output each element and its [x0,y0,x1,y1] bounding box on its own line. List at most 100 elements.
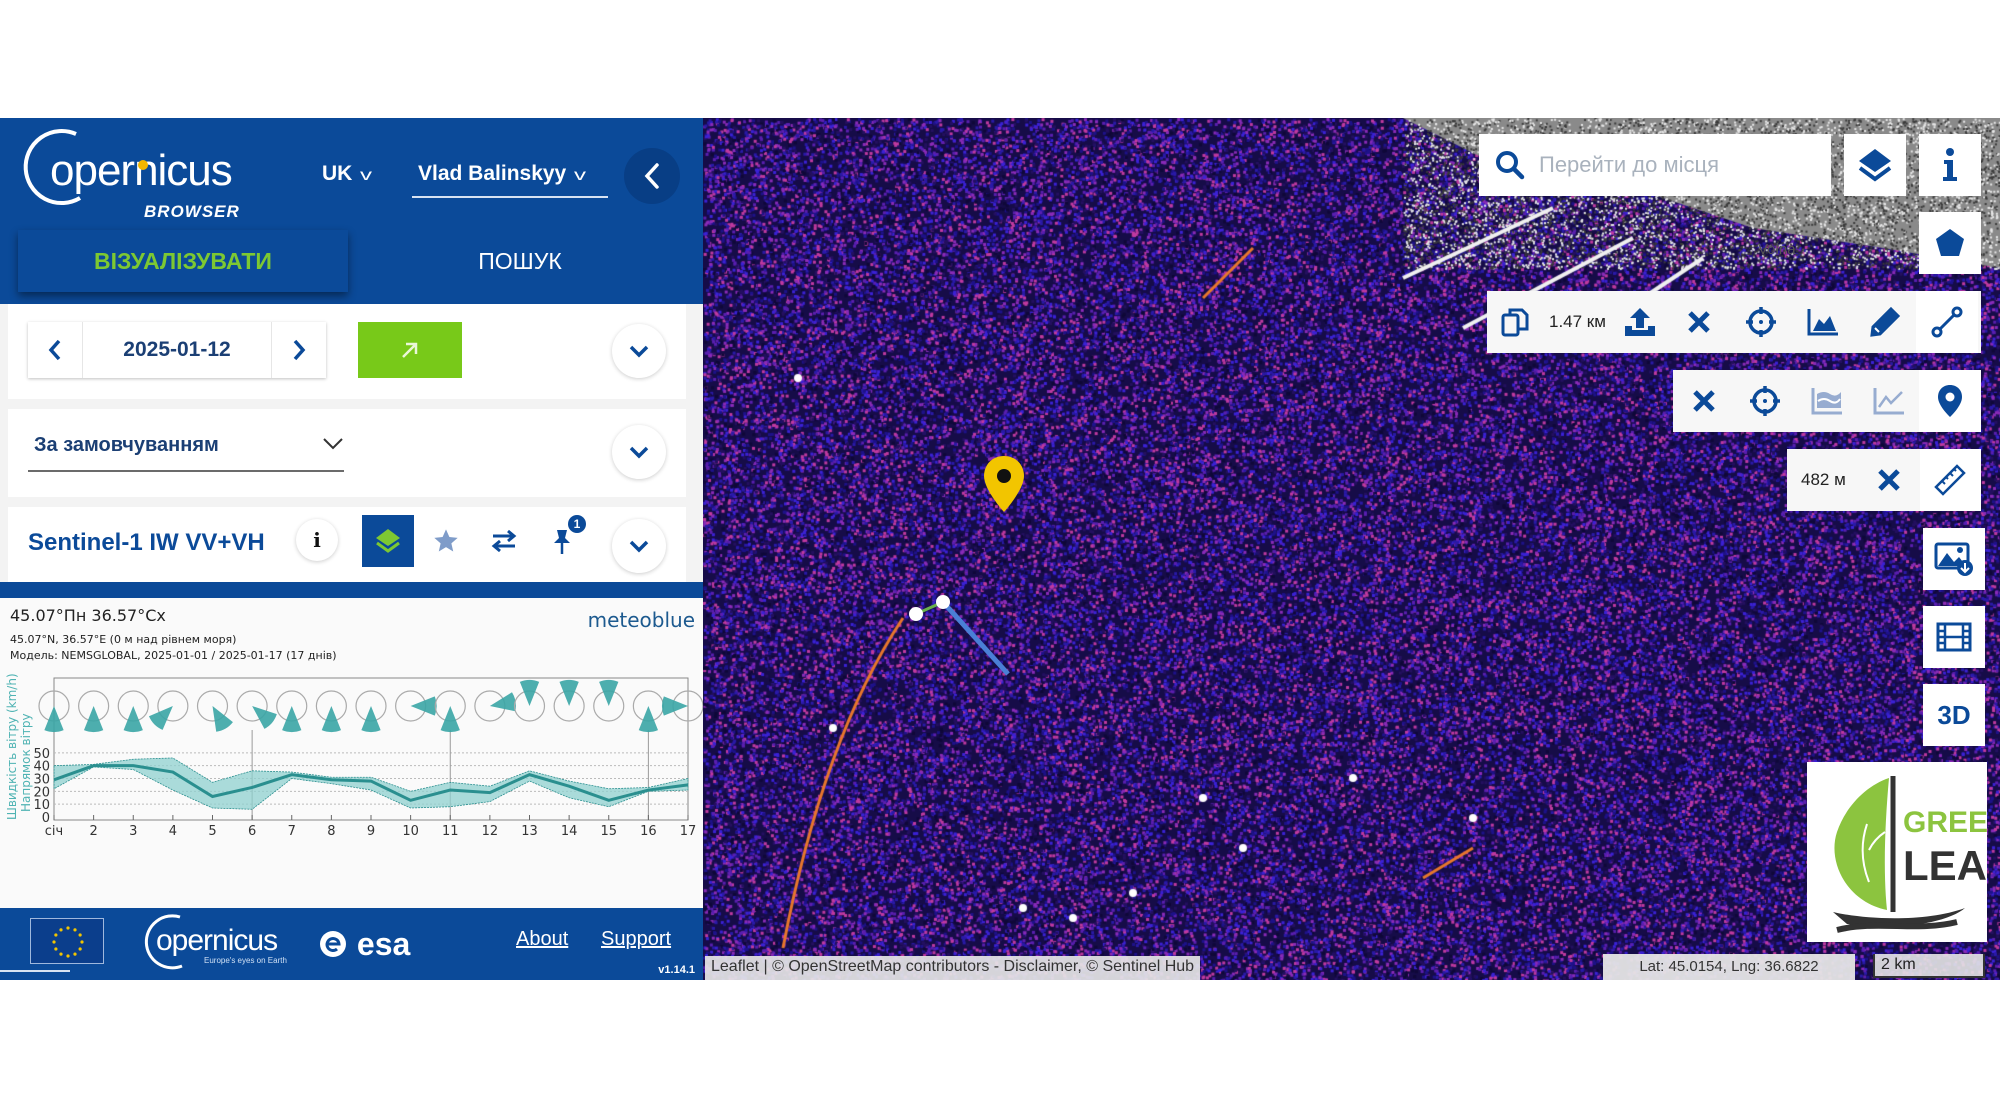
line-tool-icon [1931,306,1963,338]
compare-button[interactable] [478,515,530,567]
expand-date-options-button[interactable] [612,324,666,378]
go-to-date-button[interactable] [358,322,462,378]
language-select[interactable]: UK v [322,162,372,186]
wind-direction-marker [474,690,516,722]
map[interactable]: Volna 1.47 км [703,118,2000,980]
esa-text: esa [356,926,411,962]
draw-line-button[interactable] [1915,291,1978,353]
copernicus-browser-logo[interactable]: opernicus BROWSER [18,128,248,221]
layer-visualize-button[interactable] [362,515,414,567]
language-value: UK [322,162,353,185]
y-tick-label: 20 [33,785,50,800]
info-button[interactable] [1919,134,1981,196]
line-length-value: 1.47 км [1549,312,1606,331]
y-tick-label: 30 [33,772,50,787]
x-tick-label: 3 [129,824,137,835]
x-tick-label: 11 [442,824,459,835]
place-marker-button[interactable] [1919,370,1981,432]
date-card: 2025-01-12 [8,304,686,399]
edit-line-button[interactable] [1854,291,1916,353]
expand-layer-button[interactable] [612,519,666,573]
x-tick-label: січ [45,824,63,835]
time-series-button[interactable] [1858,370,1920,432]
previous-date-button[interactable] [28,322,82,378]
eu-star [59,952,63,956]
star-icon [434,529,458,552]
main-tabs: ВІЗУАЛІЗУВАТИ ПОШУК [0,230,703,304]
date-picker: 2025-01-12 [28,322,326,378]
eu-star [78,947,82,951]
wind-direction-marker [117,690,149,732]
close-icon [1688,311,1710,333]
eu-star [73,928,77,932]
layers-icon [1858,149,1892,182]
pin-count-badge: 1 [568,515,586,533]
layer-info-button[interactable]: i [296,519,338,561]
support-link[interactable]: Support [601,928,671,951]
film-icon [1936,622,1972,652]
app-version: v1.14.1 [658,964,695,976]
favorite-button[interactable] [420,515,472,567]
wind-direction-marker [276,690,308,732]
search-icon [1496,151,1525,180]
map-attribution[interactable]: Leaflet | © OpenStreetMap contributors -… [705,956,1201,980]
eu-star [78,933,82,937]
3d-view-button[interactable]: 3D [1923,684,1985,746]
wind-direction-wedge [212,706,233,732]
pentagon-icon [1936,229,1964,256]
line-measure-toolbar: 1.47 км [1487,291,1981,353]
image-download-button[interactable] [1923,528,1985,590]
collapse-sidebar-button[interactable] [624,148,680,204]
copy-button[interactable] [1487,291,1543,353]
x-tick-label: 8 [327,824,335,835]
pin-button[interactable]: 1 [536,515,588,567]
statistical-info-button[interactable] [1796,370,1858,432]
remove-poi-button[interactable] [1673,370,1735,432]
remove-measurement-button[interactable] [1858,449,1919,511]
eu-star [52,940,56,944]
date-value[interactable]: 2025-01-12 [82,322,272,378]
x-tick-label: 12 [482,824,499,835]
remove-line-button[interactable] [1668,291,1730,353]
map-scale-bar: 2 km [1873,954,1985,978]
green-leaf-boat-icon: GREEN LEAF [1833,776,2000,933]
esa-logo[interactable]: esa [318,926,410,963]
tab-visualize[interactable]: ВІЗУАЛІЗУВАТИ [18,230,348,292]
timelapse-button[interactable] [1923,606,1985,668]
x-tick-label: 6 [248,824,256,835]
about-link[interactable]: About [516,928,568,951]
wind-direction-marker [355,690,387,732]
chevron-left-icon [644,163,659,189]
chevron-down-icon [629,446,649,459]
center-poi-button[interactable] [1735,370,1797,432]
elevation-profile-button[interactable] [1792,291,1854,353]
esa-e-icon [320,931,346,957]
theme-select[interactable]: За замовчуванням [28,434,344,472]
crosshair-icon [1750,386,1781,416]
area-of-interest-button[interactable] [1919,212,1981,274]
sar-imagery-layer[interactable] [703,118,2000,980]
meteoblue-model: Модель: NEMSGLOBAL, 2025-01-01 / 2025-01… [10,649,337,662]
map-marker-icon[interactable] [982,454,1026,514]
user-menu[interactable]: Vlad Balinskyy v [412,162,608,198]
meteoblue-logo[interactable]: meteoblue [588,608,695,632]
tab-search[interactable]: ПОШУК [370,230,670,292]
location-search[interactable] [1479,134,1831,196]
center-line-button[interactable] [1730,291,1792,353]
x-tick-label: 9 [367,824,375,835]
upload-button[interactable] [1612,291,1668,353]
expand-theme-button[interactable] [612,425,666,479]
wind-direction-marker [148,690,189,730]
location-search-input[interactable] [1539,152,1819,178]
x-tick-label: 16 [640,824,657,835]
pencil-icon [1870,306,1901,337]
next-date-button[interactable] [272,322,326,378]
y-tick-label: 40 [33,760,50,775]
meteoblue-location-title: 45.07°Пн 36.57°Сх [10,606,166,625]
green-leaf-line1: GREEN [1903,806,1987,839]
wind-chart: 01020304050січ 2 3 4 5 6 7 8 9 10 11 12 13 14 15 16 17Шв… [5,673,703,835]
layers-button[interactable] [1844,134,1906,196]
chevron-down-icon [629,345,649,358]
measure-button[interactable] [1919,449,1981,511]
sidebar-header: opernicus BROWSER UK v Vlad Balinskyy v ВІ… [0,118,703,304]
